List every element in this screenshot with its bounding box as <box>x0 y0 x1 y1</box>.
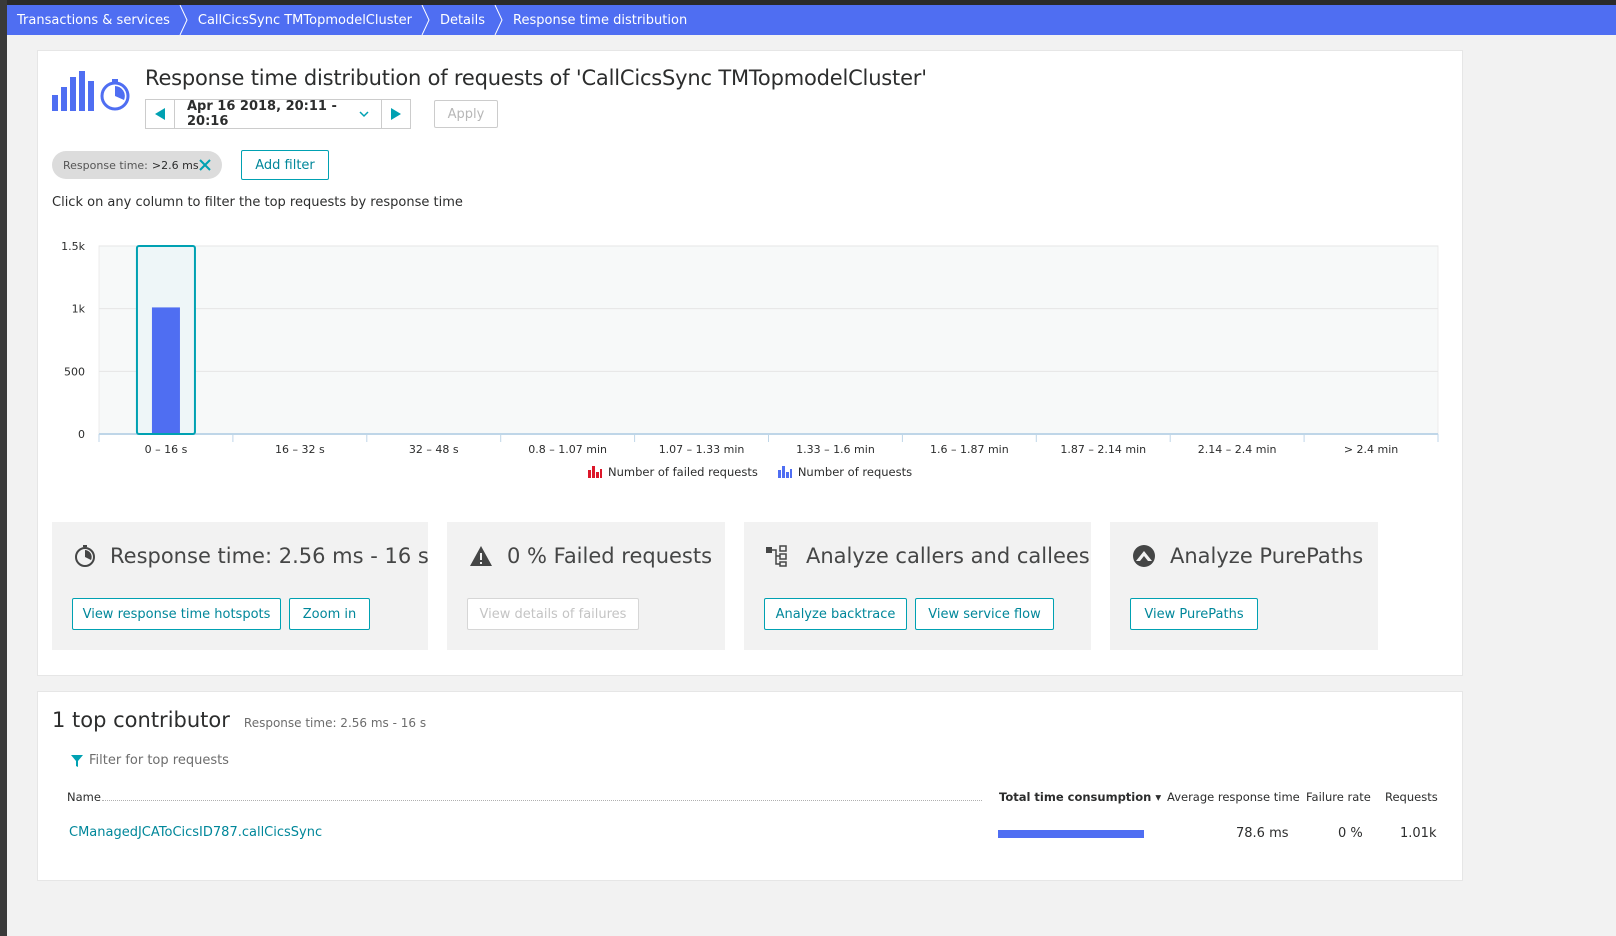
bar-requests[interactable] <box>151 307 180 433</box>
response-time-filter-chip[interactable]: Response time: >2.6 ms <box>52 151 222 179</box>
tile-title: Analyze PurePaths <box>1170 544 1364 568</box>
column-header-name[interactable]: Name <box>67 790 101 804</box>
x-tick-label: 1.87 – 2.14 min <box>1060 443 1146 456</box>
breadcrumb-label: Transactions & services <box>17 12 170 28</box>
tile-title: Analyze callers and callees <box>806 544 1090 568</box>
view-response-time-hotspots-button[interactable]: View response time hotspots <box>72 598 281 630</box>
chart-hint: Click on any column to filter the top re… <box>52 195 463 210</box>
breadcrumb-separator-icon <box>178 5 188 35</box>
breadcrumb-separator-icon <box>493 5 503 35</box>
failed-requests-legend-icon <box>588 466 602 478</box>
x-tick-label: 1.33 – 1.6 min <box>796 443 875 456</box>
total-time-consumption-bar <box>998 830 1144 838</box>
timeframe-dropdown[interactable]: Apr 16 2018, 20:11 - 20:16 <box>175 99 381 129</box>
tile-response-time: Response time: 2.56 ms - 16 s View respo… <box>52 522 429 650</box>
breadcrumb-label: Details <box>439 12 486 28</box>
breadcrumb-separator-icon <box>420 5 430 35</box>
filter-chip-value: >2.6 ms <box>151 158 199 172</box>
plot-area <box>98 245 1439 435</box>
timeframe-value: Apr 16 2018, 20:11 - 20:16 <box>187 99 337 129</box>
column-header-total-time[interactable]: Total time consumption ▾ <box>999 790 1161 804</box>
top-contributors-card: 1 top contributor Response time: 2.56 ms… <box>37 691 1463 881</box>
tile-callers-callees: Analyze callers and callees Analyze back… <box>744 522 1091 650</box>
x-tick-label: 16 – 32 s <box>275 443 325 456</box>
response-time-histogram: 0 500 1k 1.5k 0 – 16 s 16 – 32 s 32 – 48 s 0.8 … <box>61 240 1439 456</box>
breadcrumb-item-transactions[interactable]: Transactions & services <box>7 5 188 35</box>
filter-top-requests[interactable]: Filter for top requests <box>71 753 229 768</box>
column-header-failure-rate[interactable]: Failure rate <box>1306 790 1371 804</box>
apply-button[interactable]: Apply <box>434 100 498 128</box>
avg-response-time-cell: 78.6 ms <box>1236 826 1289 841</box>
legend-label: Number of failed requests <box>608 465 758 479</box>
x-tick-label: 1.6 – 1.87 min <box>930 443 1009 456</box>
header-divider <box>102 800 982 801</box>
breadcrumb-label: Response time distribution <box>513 12 688 28</box>
x-tick-label: 1.07 – 1.33 min <box>659 443 745 456</box>
view-service-flow-button[interactable]: View service flow <box>915 598 1054 630</box>
service-flow-icon <box>766 545 787 567</box>
view-details-of-failures-button[interactable]: View details of failures <box>467 598 639 630</box>
add-filter-button[interactable]: Add filter <box>241 150 329 180</box>
requests-legend-icon <box>777 466 792 478</box>
response-distribution-icon <box>52 71 132 119</box>
close-icon[interactable] <box>198 158 212 172</box>
y-tick-label: 1.5k <box>61 240 85 253</box>
view-purepaths-button[interactable]: View PurePaths <box>1130 598 1258 630</box>
column-header-avg-response[interactable]: Average response time <box>1167 790 1300 804</box>
column-header-requests[interactable]: Requests <box>1385 790 1438 804</box>
timeframe-prev-button[interactable] <box>145 99 175 129</box>
x-tick-label: 2.14 – 2.4 min <box>1198 443 1277 456</box>
window-left-edge <box>0 0 7 936</box>
arrow-right-icon <box>391 108 401 120</box>
tile-purepaths: Analyze PurePaths View PurePaths <box>1110 522 1378 650</box>
timeframe-next-button[interactable] <box>381 99 411 129</box>
timeframe-selector: Apr 16 2018, 20:11 - 20:16 <box>145 99 411 129</box>
failure-rate-cell: 0 % <box>1338 826 1363 841</box>
zoom-in-button[interactable]: Zoom in <box>289 598 370 630</box>
y-tick-label: 0 <box>78 428 85 441</box>
tile-failed-requests: 0 % Failed requests View details of fail… <box>447 522 725 650</box>
stopwatch-icon <box>75 545 95 567</box>
tile-title: Response time: 2.56 ms - 16 s <box>110 544 429 568</box>
contributors-heading: 1 top contributor <box>52 708 230 732</box>
legend-requests[interactable]: Number of requests <box>777 465 913 479</box>
contributors-subheading: Response time: 2.56 ms - 16 s <box>243 716 427 730</box>
page-title: Response time distribution of requests o… <box>145 66 927 90</box>
chevron-down-icon <box>359 111 369 118</box>
x-tick-label: > 2.4 min <box>1344 443 1398 456</box>
chart-legend: Number of failed requests Number of requ… <box>588 465 932 479</box>
purepath-icon <box>1133 545 1155 567</box>
x-tick-label: 0.8 – 1.07 min <box>528 443 607 456</box>
y-tick-label: 500 <box>64 365 85 378</box>
requests-cell: 1.01k <box>1400 826 1437 841</box>
filter-top-label: Filter for top requests <box>89 753 229 768</box>
response-time-distribution-card: Response time distribution of requests o… <box>37 50 1463 676</box>
breadcrumb: Transactions & services CallCicsSync TMT… <box>7 5 1616 35</box>
x-tick-label: 0 – 16 s <box>145 443 188 456</box>
breadcrumb-item-details[interactable]: Details <box>430 5 503 35</box>
legend-label: Number of requests <box>797 465 913 479</box>
tile-title: 0 % Failed requests <box>507 544 713 568</box>
funnel-icon <box>71 754 83 767</box>
analyze-backtrace-button[interactable]: Analyze backtrace <box>764 598 907 630</box>
x-tick-label: 32 – 48 s <box>409 443 459 456</box>
request-name-link[interactable]: CManagedJCAToCicsID787.callCicsSync <box>69 825 322 840</box>
legend-failed-requests[interactable]: Number of failed requests <box>588 465 758 479</box>
breadcrumb-item-current: Response time distribution <box>503 5 705 35</box>
filter-chip-key: Response time: <box>63 158 148 172</box>
breadcrumb-item-service[interactable]: CallCicsSync TMTopmodelCluster <box>188 5 430 35</box>
warning-icon <box>470 546 492 566</box>
y-tick-label: 1k <box>72 303 86 316</box>
breadcrumb-label: CallCicsSync TMTopmodelCluster <box>197 12 412 28</box>
arrow-left-icon <box>155 108 165 120</box>
